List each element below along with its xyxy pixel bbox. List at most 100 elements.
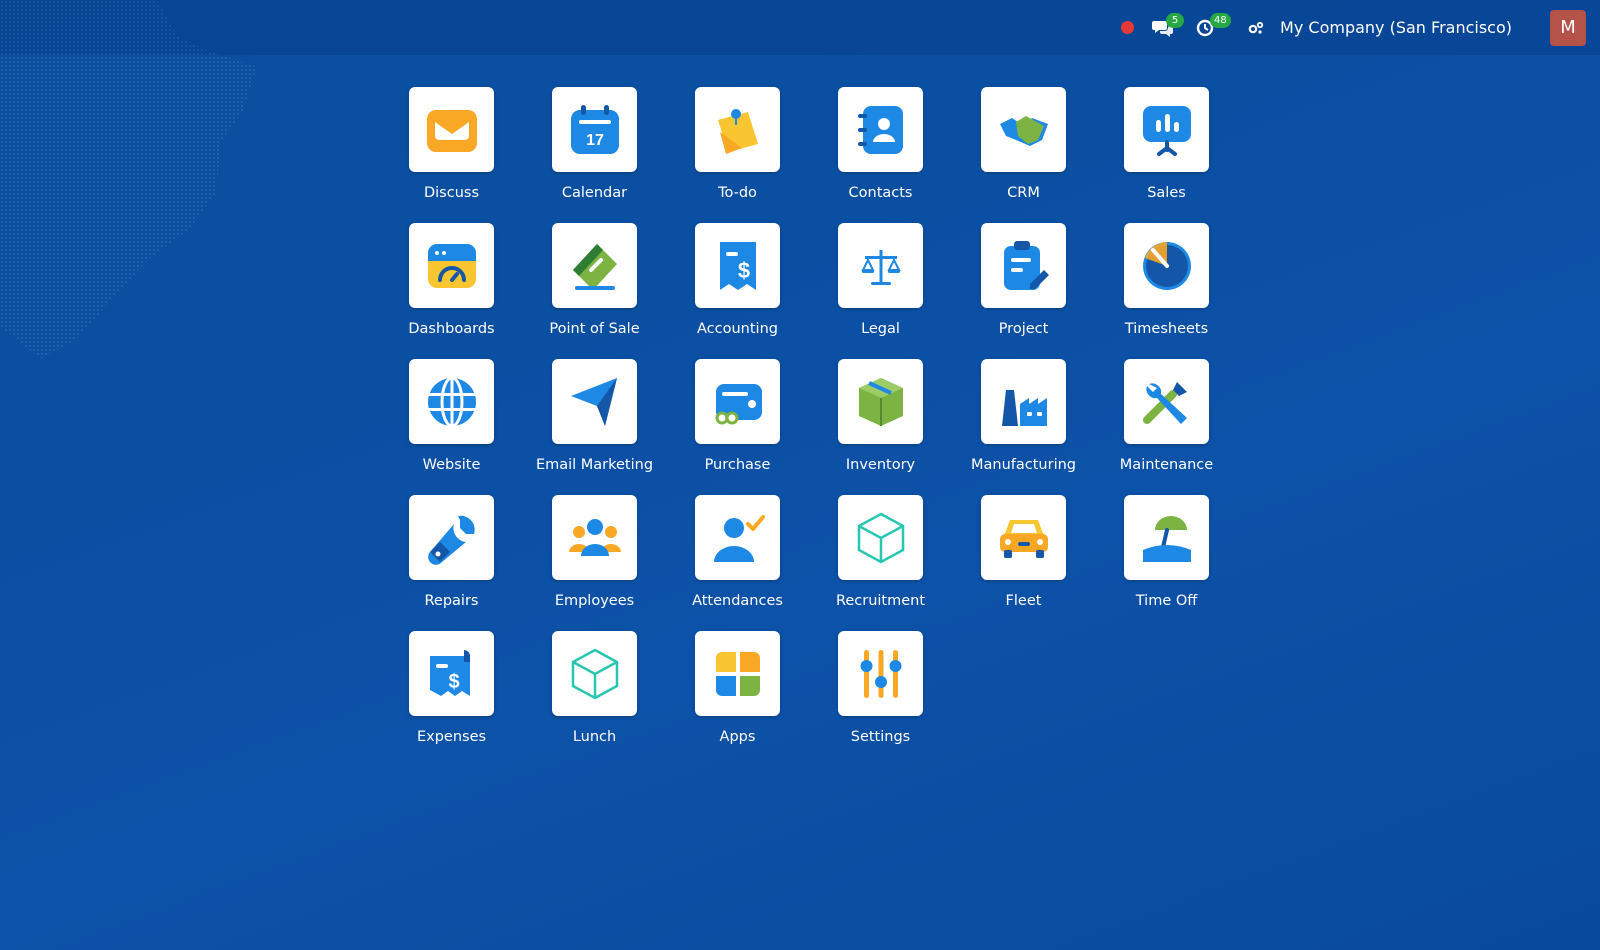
timesheets-icon <box>1142 241 1191 290</box>
email-marketing-icon <box>570 377 617 426</box>
app-label: Calendar <box>561 185 628 201</box>
messages-menu[interactable]: 5 <box>1152 0 1185 55</box>
app-timesheets[interactable]: Timesheets <box>1095 223 1238 359</box>
app-project[interactable]: Project <box>952 223 1095 359</box>
app-label: Contacts <box>848 185 913 201</box>
svg-text:$: $ <box>737 258 749 283</box>
app-todo[interactable]: To-do <box>666 87 809 223</box>
app-employees[interactable]: Employees <box>523 495 666 631</box>
background-map-pattern <box>0 0 257 359</box>
app-label: Apps <box>719 729 756 745</box>
app-purchase[interactable]: Purchase <box>666 359 809 495</box>
repairs-icon <box>427 515 475 565</box>
app-label: Employees <box>554 593 635 609</box>
avatar: M <box>1550 9 1586 46</box>
app-crm[interactable]: CRM <box>952 87 1095 223</box>
app-settings[interactable]: Settings <box>809 631 952 767</box>
app-recruitment[interactable]: Recruitment <box>809 495 952 631</box>
app-legal[interactable]: Legal <box>809 223 952 359</box>
legal-icon <box>860 249 901 285</box>
purchase-icon <box>715 383 762 424</box>
discuss-icon <box>426 109 477 152</box>
app-label: Settings <box>850 729 911 745</box>
app-label: Attendances <box>692 593 783 609</box>
app-attendances[interactable]: Attendances <box>666 495 809 631</box>
app-label: Discuss <box>423 185 480 201</box>
app-label: Sales <box>1147 185 1186 201</box>
app-label: Manufacturing <box>971 457 1076 473</box>
app-website[interactable]: Website <box>380 359 523 495</box>
app-grid: Discuss 17 Calendar To-do Contacts CRM S… <box>380 87 1238 767</box>
app-apps[interactable]: Apps <box>666 631 809 767</box>
website-icon <box>427 376 476 427</box>
employees-icon <box>568 518 621 556</box>
app-label: Timesheets <box>1124 321 1209 337</box>
app-label: CRM <box>1007 185 1040 201</box>
recording-indicator[interactable] <box>1121 0 1135 55</box>
svg-text:$: $ <box>448 671 459 693</box>
app-fleet[interactable]: Fleet <box>952 495 1095 631</box>
app-label: Maintenance <box>1119 457 1214 473</box>
app-label: Legal <box>861 321 900 337</box>
app-label: Lunch <box>572 729 617 745</box>
calendar-day: 17 <box>586 132 604 149</box>
app-label: Repairs <box>424 593 479 609</box>
app-label: Inventory <box>845 457 916 473</box>
app-label: Website <box>422 457 481 473</box>
app-time-off[interactable]: Time Off <box>1095 495 1238 631</box>
fleet-icon <box>999 519 1048 558</box>
app-label: Project <box>998 321 1049 337</box>
top-navbar: 5 48 My Company (San Francisco) M <box>0 0 1600 55</box>
lunch-icon <box>571 648 618 699</box>
app-contacts[interactable]: Contacts <box>809 87 952 223</box>
calendar-icon: 17 <box>570 104 619 154</box>
messages-count-badge: 5 <box>1166 13 1185 28</box>
app-label: Email Marketing <box>535 457 654 473</box>
app-label: Time Off <box>1135 593 1198 609</box>
app-label: Point of Sale <box>549 321 640 337</box>
app-label: Dashboards <box>408 321 495 337</box>
app-accounting[interactable]: $ Accounting <box>666 223 809 359</box>
app-label: Fleet <box>1005 593 1042 609</box>
app-label: Recruitment <box>835 593 926 609</box>
dashboards-icon <box>427 243 476 288</box>
app-point-of-sale[interactable]: Point of Sale <box>523 223 666 359</box>
app-label: Accounting <box>697 321 778 337</box>
maintenance-icon <box>1142 381 1187 424</box>
attendances-icon <box>713 514 765 562</box>
app-email-marketing[interactable]: Email Marketing <box>523 359 666 495</box>
project-icon <box>1003 240 1049 290</box>
app-label: To-do <box>718 185 757 201</box>
record-dot-icon <box>1121 21 1135 34</box>
user-menu[interactable]: M <box>1530 0 1586 55</box>
app-inventory[interactable]: Inventory <box>809 359 952 495</box>
app-discuss[interactable]: Discuss <box>380 87 523 223</box>
app-lunch[interactable]: Lunch <box>523 631 666 767</box>
apps-icon <box>715 651 760 696</box>
app-repairs[interactable]: Repairs <box>380 495 523 631</box>
point-of-sale-icon <box>572 243 617 290</box>
accounting-icon: $ <box>719 241 756 290</box>
contacts-icon <box>857 105 903 154</box>
app-manufacturing[interactable]: Manufacturing <box>952 359 1095 495</box>
crm-icon <box>999 115 1048 146</box>
app-expenses[interactable]: $ Expenses <box>380 631 523 767</box>
app-dashboards[interactable]: Dashboards <box>380 223 523 359</box>
app-sales[interactable]: Sales <box>1095 87 1238 223</box>
inventory-icon <box>858 377 903 426</box>
company-switcher[interactable]: My Company (San Francisco) <box>1248 0 1512 55</box>
app-calendar[interactable]: 17 Calendar <box>523 87 666 223</box>
app-label: Purchase <box>704 457 771 473</box>
recruitment-icon <box>857 512 904 563</box>
settings-icon <box>860 649 901 698</box>
app-maintenance[interactable]: Maintenance <box>1095 359 1238 495</box>
app-label: Expenses <box>416 729 487 745</box>
time-off-icon <box>1142 515 1191 562</box>
manufacturing-icon <box>1001 389 1047 426</box>
activities-count-badge: 48 <box>1210 13 1231 28</box>
company-name: My Company (San Francisco) <box>1280 18 1512 37</box>
activities-menu[interactable]: 48 <box>1196 0 1231 55</box>
gears-icon <box>1248 21 1264 34</box>
expenses-icon: $ <box>429 649 470 696</box>
todo-icon <box>717 108 758 154</box>
